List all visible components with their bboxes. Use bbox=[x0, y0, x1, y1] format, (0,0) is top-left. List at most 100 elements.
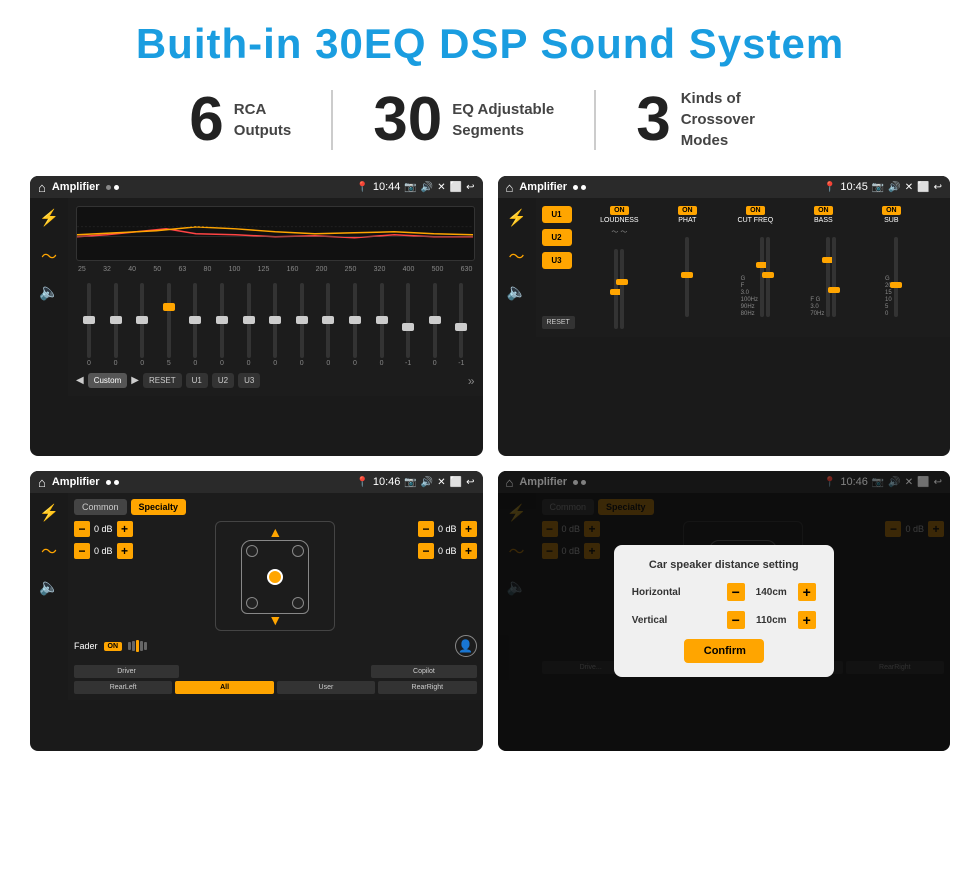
preset-buttons: U1 U2 U3 RESET bbox=[542, 206, 575, 329]
slider-9[interactable]: 0 bbox=[291, 283, 313, 367]
dot5 bbox=[106, 480, 111, 485]
eq-icon-2[interactable]: ⚡ bbox=[507, 208, 527, 228]
profile-icon[interactable]: 👤 bbox=[455, 635, 477, 657]
slider-12[interactable]: 0 bbox=[371, 283, 393, 367]
window-icon-2: ⬜ bbox=[917, 182, 929, 193]
speaker-icon-2[interactable]: 🔈 bbox=[507, 282, 527, 302]
screen-dsp: ⌂ Amplifier 📍 10:45 📷 🔊 ✕ ⬜ ↩ bbox=[498, 176, 951, 456]
slider-10[interactable]: 0 bbox=[317, 283, 339, 367]
car-layout: ▲ ▼ bbox=[215, 521, 335, 631]
next-btn[interactable]: ▶ bbox=[131, 375, 139, 386]
screen1-status-bar: ⌂ Amplifier 📍 10:44 📷 🔊 ✕ ⬜ ↩ bbox=[30, 176, 483, 198]
speaker-icon[interactable]: 🔈 bbox=[39, 282, 59, 302]
confirm-button[interactable]: Confirm bbox=[684, 639, 764, 663]
u2-preset[interactable]: U2 bbox=[542, 229, 572, 246]
vol-minus-2[interactable]: − bbox=[74, 543, 90, 559]
camera-icon-3: 📷 bbox=[404, 477, 416, 488]
home-icon-3[interactable]: ⌂ bbox=[38, 475, 46, 490]
prev-btn[interactable]: ◀ bbox=[76, 375, 84, 386]
car-shape bbox=[241, 540, 309, 614]
user-btn[interactable]: User bbox=[277, 681, 375, 694]
vol-minus-1[interactable]: − bbox=[74, 521, 90, 537]
u3-preset[interactable]: U3 bbox=[542, 252, 572, 269]
vertical-minus[interactable]: − bbox=[727, 611, 745, 629]
custom-btn[interactable]: Custom bbox=[88, 373, 128, 388]
wave-icon-3[interactable]: 〜 bbox=[41, 538, 57, 562]
vol-plus-3[interactable]: + bbox=[461, 521, 477, 537]
stat-crossover-label: Kinds ofCrossover Modes bbox=[681, 88, 791, 151]
reset-dsp-btn[interactable]: RESET bbox=[542, 316, 575, 329]
tab-specialty-3[interactable]: Specialty bbox=[131, 499, 187, 515]
dot4 bbox=[581, 185, 586, 190]
rearleft-btn[interactable]: RearLeft bbox=[74, 681, 172, 694]
close-icon-3: ✕ bbox=[437, 477, 445, 488]
arrow-up[interactable]: ▲ bbox=[268, 524, 282, 540]
slider-3[interactable]: 0 bbox=[131, 283, 153, 367]
tab-common-3[interactable]: Common bbox=[74, 499, 127, 515]
u1-preset[interactable]: U1 bbox=[542, 206, 572, 223]
screen3-status-bar: ⌂ Amplifier 📍 10:46 📷 🔊 ✕ ⬜ ↩ bbox=[30, 471, 483, 493]
u1-btn[interactable]: U1 bbox=[186, 373, 208, 388]
dot2 bbox=[114, 185, 119, 190]
wave-icon[interactable]: 〜 bbox=[41, 243, 57, 267]
slider-1[interactable]: 0 bbox=[78, 283, 100, 367]
slider-14[interactable]: 0 bbox=[424, 283, 446, 367]
eq-icon-3[interactable]: ⚡ bbox=[39, 503, 59, 523]
volume-icon-3: 🔊 bbox=[421, 477, 433, 488]
wave-icon-2[interactable]: 〜 bbox=[508, 243, 524, 267]
vol-minus-3[interactable]: − bbox=[418, 521, 434, 537]
slider-8[interactable]: 0 bbox=[264, 283, 286, 367]
screen2-status-bar: ⌂ Amplifier 📍 10:45 📷 🔊 ✕ ⬜ ↩ bbox=[498, 176, 951, 198]
back-icon[interactable]: ↩ bbox=[466, 182, 474, 193]
copilot-btn[interactable]: Copilot bbox=[371, 665, 476, 678]
slider-7[interactable]: 0 bbox=[238, 283, 260, 367]
vol-row-1: − 0 dB + bbox=[74, 521, 133, 537]
screen-eq: ⌂ Amplifier 📍 10:44 📷 🔊 ✕ ⬜ ↩ bbox=[30, 176, 483, 456]
vertical-value: 110cm bbox=[749, 615, 794, 626]
slider-2[interactable]: 0 bbox=[105, 283, 127, 367]
rearright-btn[interactable]: RearRight bbox=[378, 681, 476, 694]
u2-btn[interactable]: U2 bbox=[212, 373, 234, 388]
vol-minus-4[interactable]: − bbox=[418, 543, 434, 559]
slider-5[interactable]: 0 bbox=[184, 283, 206, 367]
screen1-content: ⚡ 〜 🔈 25 bbox=[30, 198, 483, 396]
dialog-overlay: Car speaker distance setting Horizontal … bbox=[498, 471, 951, 751]
slider-11[interactable]: 0 bbox=[344, 283, 366, 367]
back-icon-3[interactable]: ↩ bbox=[466, 477, 474, 488]
slider-13[interactable]: -1 bbox=[397, 283, 419, 367]
screen-dialog: ⌂ Amplifier 📍 10:46 📷 🔊 ✕ ⬜ ↩ bbox=[498, 471, 951, 751]
slider-15[interactable]: -1 bbox=[450, 283, 472, 367]
center-dot bbox=[267, 569, 283, 585]
home-icon-2[interactable]: ⌂ bbox=[506, 180, 514, 195]
speaker-rl bbox=[246, 597, 258, 609]
vol-row-2: − 0 dB + bbox=[74, 543, 133, 559]
window-icon: ⬜ bbox=[450, 182, 462, 193]
bottom-btns-row1: Driver Copilot bbox=[74, 665, 477, 678]
dialog-horizontal-row: Horizontal − 140cm + bbox=[632, 583, 816, 601]
screen1-app-name: Amplifier bbox=[52, 181, 100, 193]
reset-btn[interactable]: RESET bbox=[143, 373, 182, 388]
horizontal-minus[interactable]: − bbox=[727, 583, 745, 601]
volume-icon-2: 🔊 bbox=[888, 182, 900, 193]
vertical-plus[interactable]: + bbox=[798, 611, 816, 629]
arrow-down[interactable]: ▼ bbox=[268, 612, 282, 628]
eq-sliders: 0 0 0 5 bbox=[76, 277, 475, 367]
vol-plus-2[interactable]: + bbox=[117, 543, 133, 559]
screens-grid: ⌂ Amplifier 📍 10:44 📷 🔊 ✕ ⬜ ↩ bbox=[30, 176, 950, 751]
slider-6[interactable]: 0 bbox=[211, 283, 233, 367]
vertical-input: − 110cm + bbox=[727, 611, 816, 629]
eq-icon[interactable]: ⚡ bbox=[39, 208, 59, 228]
screen3-sidebar: ⚡ 〜 🔈 bbox=[30, 493, 68, 700]
home-icon[interactable]: ⌂ bbox=[38, 180, 46, 195]
driver-btn[interactable]: Driver bbox=[74, 665, 179, 678]
horizontal-plus[interactable]: + bbox=[798, 583, 816, 601]
slider-4[interactable]: 5 bbox=[158, 283, 180, 367]
vol-plus-4[interactable]: + bbox=[461, 543, 477, 559]
vol-plus-1[interactable]: + bbox=[117, 521, 133, 537]
speaker-fr bbox=[292, 545, 304, 557]
all-btn[interactable]: All bbox=[175, 681, 273, 694]
back-icon-2[interactable]: ↩ bbox=[934, 182, 942, 193]
u3-btn[interactable]: U3 bbox=[238, 373, 260, 388]
fader-on[interactable]: ON bbox=[104, 642, 123, 651]
speaker-icon-3[interactable]: 🔈 bbox=[39, 577, 59, 597]
